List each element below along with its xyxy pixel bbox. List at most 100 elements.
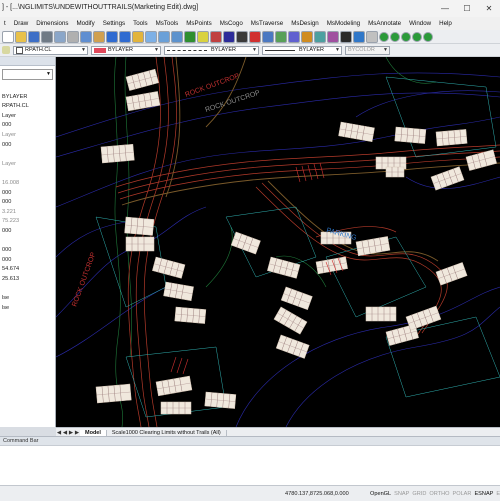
copy-icon[interactable] [80, 30, 92, 43]
preview-icon[interactable] [54, 30, 66, 43]
status-toggle-ortho[interactable]: ORTHO [429, 491, 449, 497]
tab-model[interactable]: Model [80, 429, 107, 436]
menu-msannotate[interactable]: MsAnnotate [364, 20, 405, 27]
property-row[interactable]: RPATH.CL [0, 102, 55, 112]
building-2[interactable] [125, 91, 161, 112]
property-row[interactable]: 000 [0, 121, 55, 131]
property-row[interactable]: 75.223 [0, 217, 55, 227]
menu-settings[interactable]: Settings [99, 20, 129, 27]
redo-icon[interactable] [119, 30, 131, 43]
property-row[interactable] [0, 83, 55, 93]
render-icon[interactable] [366, 30, 378, 43]
property-row[interactable]: 3.221 [0, 208, 55, 218]
building-13[interactable] [152, 256, 186, 279]
building-22[interactable] [365, 306, 397, 322]
tab-layout[interactable]: Scale1000 Clearing Limits without Trails… [107, 429, 227, 436]
undo-icon[interactable] [106, 30, 118, 43]
color-dropdown[interactable]: BYLAYER ▼ [91, 45, 161, 55]
property-row[interactable] [0, 150, 55, 160]
text-icon[interactable] [340, 30, 352, 43]
check-icon[interactable] [249, 30, 261, 43]
green-dot-2-icon[interactable] [390, 31, 400, 42]
status-toggle-opengl[interactable]: OpenGL [370, 491, 391, 497]
print-icon[interactable] [41, 30, 53, 43]
distance-icon[interactable] [223, 30, 235, 43]
building-8[interactable] [430, 166, 465, 191]
property-row[interactable]: 000 [0, 227, 55, 237]
green-dot-1-icon[interactable] [379, 31, 389, 42]
building-3[interactable] [100, 143, 135, 164]
property-row[interactable] [0, 169, 55, 179]
status-toggle-polar[interactable]: POLAR [452, 491, 471, 497]
menu-mspoints[interactable]: MsPoints [182, 20, 215, 27]
building-29[interactable] [204, 391, 237, 409]
building-25[interactable] [435, 262, 468, 286]
status-toggle-snap[interactable]: SNAP [394, 491, 409, 497]
menu-draw[interactable]: Draw [10, 20, 32, 27]
building-21[interactable] [355, 236, 391, 257]
building-6[interactable] [435, 129, 468, 147]
property-row[interactable]: lse [0, 304, 55, 314]
layer-dropdown[interactable]: RPATH.CL ▼ [13, 45, 88, 55]
property-row[interactable]: 000 [0, 198, 55, 208]
block-icon[interactable] [262, 30, 274, 43]
building-4[interactable] [338, 121, 375, 142]
status-toggle-grid[interactable]: GRID [412, 491, 426, 497]
building-30[interactable] [273, 306, 308, 335]
property-row[interactable]: 000 [0, 246, 55, 256]
zoom-icon[interactable] [145, 30, 157, 43]
property-row[interactable]: 54.674 [0, 265, 55, 275]
building-16[interactable] [230, 231, 261, 255]
maximize-button[interactable]: ☐ [456, 0, 478, 17]
building-5[interactable] [394, 126, 427, 144]
cut-icon[interactable] [67, 30, 79, 43]
green-dot-5-icon[interactable] [423, 31, 433, 42]
property-row[interactable] [0, 237, 55, 247]
paste-icon[interactable] [93, 30, 105, 43]
property-row[interactable]: BYLAYER [0, 93, 55, 103]
building-15[interactable] [174, 306, 207, 324]
menu-help[interactable]: Help [435, 20, 456, 27]
zoom-prev-icon[interactable] [171, 30, 183, 43]
properties-icon[interactable] [184, 30, 196, 43]
xref-icon[interactable] [301, 30, 313, 43]
menu-mstraverse[interactable]: MsTraverse [247, 20, 287, 27]
menu-window[interactable]: Window [405, 20, 435, 27]
cad-drawing[interactable]: ROCK OUTCROP ROCK OUTCROP PARKING ROCK O… [56, 57, 500, 427]
property-row[interactable]: 000 [0, 256, 55, 266]
status-toggle-esnap[interactable]: ESNAP [474, 491, 493, 497]
drawing-canvas[interactable]: ROCK OUTCROP ROCK OUTCROP PARKING ROCK O… [56, 57, 500, 427]
status-toggle-etrack[interactable]: ETRACK [496, 491, 500, 497]
menu-modify[interactable]: Modify [73, 20, 99, 27]
building-10[interactable] [385, 166, 405, 178]
command-area[interactable] [0, 445, 500, 486]
menu-dimensions[interactable]: Dimensions [32, 20, 72, 27]
building-12[interactable] [125, 236, 155, 252]
building-28[interactable] [160, 401, 192, 415]
menu-mscogo[interactable]: MsCogo [216, 20, 247, 27]
hatch-icon[interactable] [327, 30, 339, 43]
lineweight-dropdown[interactable]: BYLAYER ▼ [262, 45, 342, 55]
building-14[interactable] [163, 281, 194, 301]
pan-icon[interactable] [132, 30, 144, 43]
property-row[interactable]: lse [0, 294, 55, 304]
property-row[interactable]: 25.613 [0, 275, 55, 285]
menu-msmodeling[interactable]: MsModeling [323, 20, 364, 27]
menu-mstools[interactable]: MsTools [152, 20, 183, 27]
property-row[interactable] [0, 284, 55, 294]
menu-item-partial[interactable]: t [0, 20, 10, 27]
building-26[interactable] [95, 383, 132, 404]
property-row[interactable]: Layer [0, 112, 55, 122]
building-18[interactable] [280, 286, 313, 311]
attrib-icon[interactable] [288, 30, 300, 43]
selection-dropdown[interactable]: ▼ [2, 69, 53, 80]
new-icon[interactable] [2, 30, 14, 43]
building-1[interactable] [125, 68, 159, 91]
property-row[interactable]: 16.008 [0, 179, 55, 189]
building-31[interactable] [275, 334, 310, 359]
area-icon[interactable] [236, 30, 248, 43]
green-dot-3-icon[interactable] [401, 31, 411, 42]
linetype-dropdown[interactable]: BYLAYER ▼ [164, 45, 259, 55]
close-button[interactable]: ✕ [478, 0, 500, 17]
green-dot-4-icon[interactable] [412, 31, 422, 42]
